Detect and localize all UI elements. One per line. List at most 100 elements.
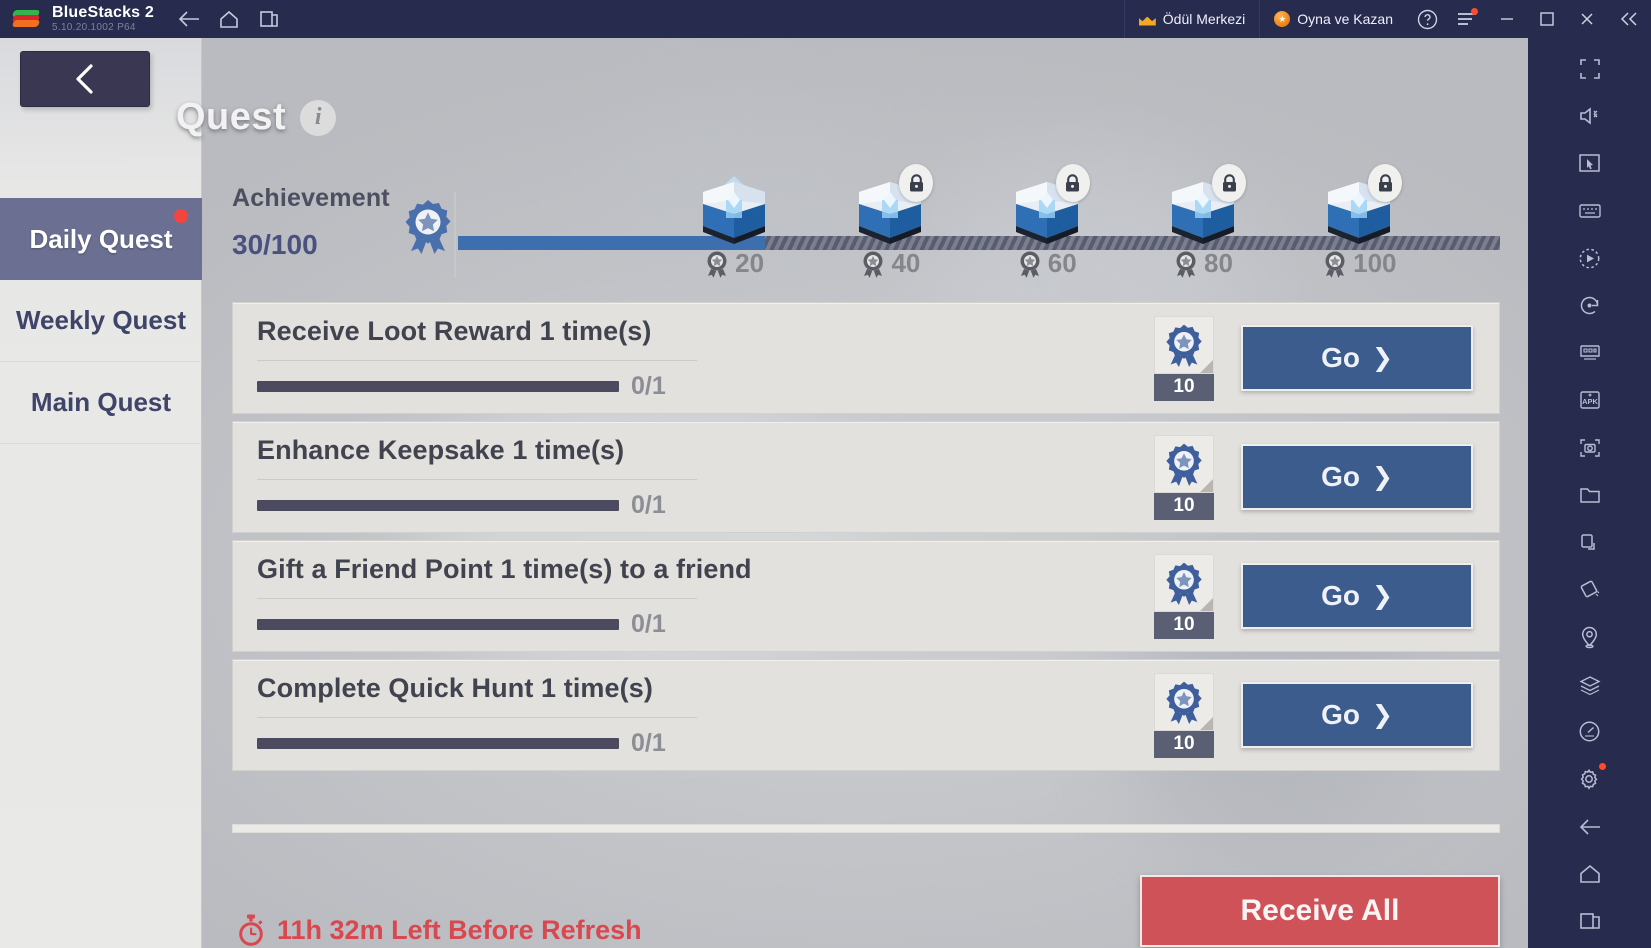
- play-and-earn-label: Oyna ve Kazan: [1297, 11, 1393, 27]
- keyboard-controls-icon[interactable]: [1568, 190, 1612, 231]
- chevron-left-icon: [76, 64, 93, 94]
- page-title: Quest i: [176, 96, 337, 139]
- quest-progress-text: 0/1: [631, 609, 666, 638]
- mini-ribbon-icon: [863, 251, 883, 278]
- quest-go-button[interactable]: Go ❯: [1241, 444, 1473, 510]
- quest-divider: [257, 359, 697, 361]
- receive-all-button[interactable]: Receive All: [1140, 875, 1500, 947]
- back-icon[interactable]: [172, 4, 206, 34]
- location-icon[interactable]: [1568, 617, 1612, 658]
- lock-icon: [1055, 164, 1090, 202]
- milestone-label: 40: [860, 248, 920, 279]
- milestone-node[interactable]: 40: [835, 164, 945, 279]
- quest-reward: 10: [1153, 434, 1215, 520]
- chevron-right-icon: ❯: [1371, 701, 1393, 729]
- body: Daily Quest Weekly Quest Main Quest Ques…: [0, 38, 1651, 948]
- milestone-node[interactable]: 60: [992, 164, 1102, 279]
- multi-instance-icon[interactable]: [252, 4, 286, 34]
- hamburger-menu-icon[interactable]: [1447, 0, 1487, 38]
- lock-icon: [1212, 164, 1247, 202]
- quest-progress: 0/1: [257, 372, 1137, 401]
- quest-go-button[interactable]: Go ❯: [1241, 682, 1473, 748]
- sidebar-item-weekly-quest[interactable]: Weekly Quest: [0, 280, 202, 362]
- app-title-block: BlueStacks 2 5.10.20.1002 P64: [52, 3, 155, 33]
- layers-icon[interactable]: [1568, 664, 1612, 705]
- reward-chest-icon: [851, 164, 934, 246]
- quest-title: Enhance Keepsake 1 time(s): [257, 434, 625, 465]
- screenshot-icon[interactable]: [1568, 427, 1612, 468]
- achievement-point-icon: [1154, 315, 1214, 374]
- sidebar-item-main-quest[interactable]: Main Quest: [0, 362, 202, 444]
- quest-list-bottom-edge: [232, 824, 1500, 833]
- quest-progress: 0/1: [257, 729, 1137, 758]
- shake-icon[interactable]: [1568, 522, 1612, 563]
- mute-icon[interactable]: [1568, 95, 1612, 136]
- quest-category-list: Daily Quest Weekly Quest Main Quest: [0, 198, 202, 444]
- cursor-pointer-icon[interactable]: [1568, 143, 1612, 184]
- macro-play-icon[interactable]: [1568, 238, 1612, 279]
- performance-icon[interactable]: [1568, 711, 1612, 752]
- milestone-node[interactable]: 20: [679, 174, 789, 279]
- quest-reward: 10: [1153, 672, 1215, 758]
- settings-notification-dot: [1598, 762, 1606, 770]
- bluestacks-sidebar-dock: APK: [1528, 38, 1651, 948]
- quest-row: Enhance Keepsake 1 time(s) 0/1 10 Go ❯: [232, 421, 1500, 533]
- help-icon[interactable]: [1407, 0, 1447, 38]
- quest-progress-text: 0/1: [631, 371, 666, 400]
- quest-go-label: Go: [1321, 342, 1360, 373]
- home-icon[interactable]: [1568, 853, 1612, 894]
- titlebar: BlueStacks 2 5.10.20.1002 P64 Ödül Merke…: [0, 0, 1651, 38]
- reward-center-button[interactable]: Ödül Merkezi: [1123, 0, 1259, 38]
- back-icon[interactable]: [1568, 806, 1612, 847]
- quest-go-button[interactable]: Go ❯: [1241, 325, 1473, 391]
- quest-go-button[interactable]: Go ❯: [1241, 563, 1473, 629]
- info-icon[interactable]: i: [300, 99, 337, 136]
- chevron-right-icon: ❯: [1371, 344, 1393, 372]
- multi-instance-manager-icon[interactable]: [1568, 332, 1612, 373]
- settings-icon[interactable]: [1568, 759, 1612, 800]
- sidebar-item-daily-quest[interactable]: Daily Quest: [0, 198, 202, 280]
- quest-progress-bar: [257, 380, 619, 392]
- rotate-icon[interactable]: [1568, 285, 1612, 326]
- home-icon[interactable]: [212, 4, 246, 34]
- titlebar-nav-icons: [172, 4, 286, 34]
- milestone-value: 100: [1353, 248, 1397, 278]
- install-apk-icon[interactable]: APK: [1568, 380, 1612, 421]
- quest-divider: [257, 478, 697, 480]
- minimize-icon[interactable]: [1487, 0, 1527, 38]
- crown-icon: [1139, 13, 1156, 26]
- achievement-point-icon: [1154, 672, 1214, 731]
- quest-go-label: Go: [1321, 580, 1360, 611]
- reward-chest-icon: [1008, 164, 1090, 246]
- quest-info: Complete Quick Hunt 1 time(s) 0/1: [233, 673, 1153, 758]
- app-name: BlueStacks 2: [52, 3, 155, 21]
- recents-icon[interactable]: [1568, 901, 1612, 942]
- achievement-point-icon: [1154, 434, 1214, 493]
- tilt-icon[interactable]: [1568, 569, 1612, 610]
- collapse-sidebar-icon[interactable]: [1607, 0, 1651, 38]
- reward-chest-icon: [1320, 164, 1403, 246]
- quest-reward-quantity: 10: [1154, 730, 1214, 758]
- menu-notification-dot: [1471, 8, 1478, 15]
- quest-progress-bar: [257, 737, 619, 749]
- bluestacks-window: BlueStacks 2 5.10.20.1002 P64 Ödül Merke…: [0, 0, 1651, 948]
- achievement-divider: [454, 192, 456, 278]
- quest-sidebar: Daily Quest Weekly Quest Main Quest: [0, 38, 202, 948]
- bluestacks-logo-icon: [10, 4, 44, 34]
- close-icon[interactable]: [1567, 0, 1607, 38]
- sidebar-item-label: Main Quest: [30, 387, 172, 417]
- milestone-node[interactable]: 100: [1304, 164, 1414, 279]
- maximize-icon[interactable]: [1527, 0, 1567, 38]
- reward-chest-icon: [695, 174, 773, 246]
- chevron-right-icon: ❯: [1371, 463, 1393, 491]
- back-button[interactable]: [20, 51, 150, 107]
- milestone-node[interactable]: 80: [1148, 164, 1258, 279]
- quest-go-label: Go: [1321, 699, 1360, 730]
- quest-row: Gift a Friend Point 1 time(s) to a frien…: [232, 540, 1500, 652]
- play-and-earn-button[interactable]: Oyna ve Kazan: [1259, 0, 1407, 38]
- quest-row: Receive Loot Reward 1 time(s) 0/1 10 Go …: [232, 302, 1500, 414]
- fullscreen-icon[interactable]: [1568, 48, 1612, 89]
- sidebar-item-label: Daily Quest: [29, 223, 173, 254]
- media-folder-icon[interactable]: [1568, 474, 1612, 515]
- mini-ribbon-icon: [707, 251, 727, 278]
